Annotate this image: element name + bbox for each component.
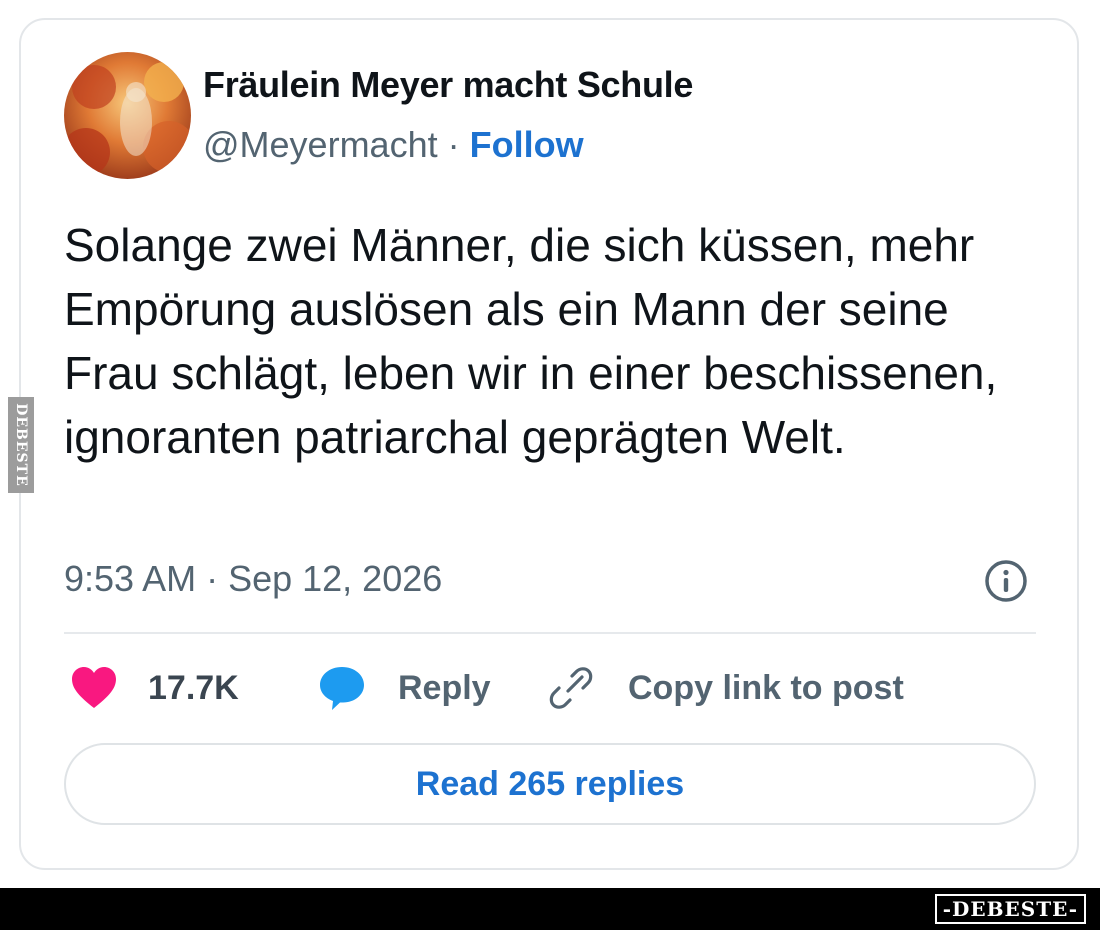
read-replies-button[interactable]: Read 265 replies: [64, 743, 1036, 825]
divider: [64, 632, 1036, 634]
post-timestamp[interactable]: 9:53 AM · Sep 12, 2026: [64, 558, 442, 600]
reply-button[interactable]: Reply: [318, 660, 491, 716]
post-text: Solange zwei Männer, die sich küssen, me…: [64, 219, 998, 463]
author-handle[interactable]: @Meyermacht: [203, 124, 438, 165]
avatar[interactable]: [64, 52, 191, 179]
link-icon: [549, 667, 593, 709]
footer-watermark-logo: -DEBESTE-: [933, 893, 1088, 925]
like-count: 17.7K: [148, 668, 239, 707]
reply-label: Reply: [398, 668, 491, 707]
footer-bar: -DEBESTE-: [0, 888, 1100, 930]
side-watermark-text: DEBESTE: [13, 403, 29, 487]
handle-separator: ·: [447, 124, 460, 165]
author-handle-row: @Meyermacht · Follow: [203, 124, 584, 166]
info-icon[interactable]: [983, 558, 1029, 604]
side-watermark: DEBESTE: [8, 397, 34, 493]
copy-link-label: Copy link to post: [628, 668, 904, 707]
copy-link-button[interactable]: Copy link to post: [548, 660, 904, 716]
author-display-name[interactable]: Fräulein Meyer macht Schule: [203, 64, 693, 106]
heart-icon: [72, 667, 116, 708]
speech-bubble-icon: [320, 667, 364, 710]
follow-button[interactable]: Follow: [470, 124, 584, 165]
like-button[interactable]: 17.7K: [70, 660, 239, 716]
